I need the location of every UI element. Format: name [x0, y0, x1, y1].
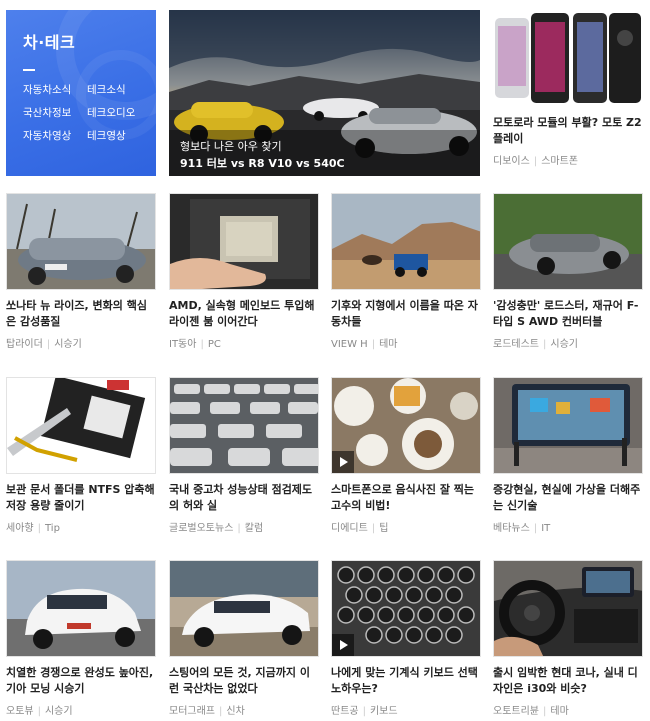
- article-thumbnail[interactable]: [169, 377, 319, 474]
- article-card[interactable]: 기후와 지형에서 이름을 따온 자동차들 VIEW H | 테마: [331, 193, 481, 350]
- article-thumbnail[interactable]: [169, 560, 319, 657]
- article-title[interactable]: '감성충만' 로드스터, 재규어 F-타입 S AWD 컨버터블: [493, 298, 643, 330]
- article-meta: 오토뷰 | 시승기: [6, 706, 73, 717]
- article-source[interactable]: 오토트리뷴: [493, 706, 539, 717]
- article-thumbnail[interactable]: [6, 377, 156, 474]
- article-meta: 글로벌오토뉴스 | 칼럼: [169, 523, 264, 534]
- feature-caption-line1[interactable]: 형보다 나은 아우 찾기: [180, 138, 282, 154]
- feature-article[interactable]: 형보다 나은 아우 찾기 911 터보 vs R8 V10 vs 540C: [169, 10, 480, 176]
- article-category[interactable]: 스마트폰: [541, 156, 578, 167]
- title-divider: [23, 69, 35, 71]
- article-thumbnail[interactable]: [331, 560, 481, 657]
- article-source[interactable]: 베타뉴스: [493, 523, 530, 534]
- category-links: 자동차소식 테크소식 국산차정보 테크오디오 자동차영상 테크영상: [23, 82, 156, 143]
- article-meta: 디에디트 | 팁: [331, 523, 389, 534]
- article-category[interactable]: 테마: [379, 339, 397, 350]
- article-thumbnail[interactable]: [493, 560, 643, 657]
- article-title[interactable]: 증강현실, 현실에 가상을 더해주는 신기술: [493, 482, 643, 514]
- article-category[interactable]: PC: [208, 339, 221, 350]
- article-meta: VIEW H | 테마: [331, 339, 398, 350]
- article-source[interactable]: VIEW H: [331, 339, 368, 350]
- article-title[interactable]: 스팅어의 모든 것, 지금까지 이런 국산차는 없었다: [169, 665, 319, 697]
- article-thumbnail[interactable]: [331, 193, 481, 290]
- article-category[interactable]: 테마: [550, 706, 568, 717]
- article-source[interactable]: 글로벌오토뉴스: [169, 523, 233, 534]
- article-meta: 베타뉴스 | IT: [493, 523, 551, 534]
- article-category[interactable]: 키보드: [370, 706, 398, 717]
- article-source[interactable]: IT동아: [169, 339, 196, 350]
- article-card[interactable]: 국내 중고차 성능상태 점검제도의 허와 실 글로벌오토뉴스 | 칼럼: [169, 377, 319, 534]
- article-thumbnail[interactable]: [6, 193, 156, 290]
- article-meta: 딴트공 | 키보드: [331, 706, 398, 717]
- article-thumbnail[interactable]: [169, 193, 319, 290]
- article-meta: 세아향 | Tip: [6, 523, 60, 534]
- article-card[interactable]: 증강현실, 현실에 가상을 더해주는 신기술 베타뉴스 | IT: [493, 377, 643, 534]
- article-category[interactable]: 시승기: [54, 339, 82, 350]
- article-thumbnail[interactable]: [493, 10, 643, 107]
- article-source[interactable]: 디보이스: [493, 156, 530, 167]
- article-thumbnail[interactable]: [6, 560, 156, 657]
- article-card[interactable]: 모토로라 모듈의 부활? 모토 Z2 플레이 디보이스 | 스마트폰: [493, 10, 643, 167]
- article-title[interactable]: 쏘나타 뉴 라이즈, 변화의 핵심은 감성품질: [6, 298, 156, 330]
- category-link-tech-video[interactable]: 테크영상: [87, 128, 156, 143]
- article-card[interactable]: 쏘나타 뉴 라이즈, 변화의 핵심은 감성품질 탑라이더 | 시승기: [6, 193, 156, 350]
- article-thumbnail[interactable]: [493, 377, 643, 474]
- article-card[interactable]: 스팅어의 모든 것, 지금까지 이런 국산차는 없었다 모터그래프 | 신차: [169, 560, 319, 717]
- article-source[interactable]: 모터그래프: [169, 706, 215, 717]
- category-link-domestic-car[interactable]: 국산차정보: [23, 105, 87, 120]
- category-link-tech-audio[interactable]: 테크오디오: [87, 105, 156, 120]
- article-title[interactable]: 출시 임박한 현대 코나, 실내 디자인은 i30와 비슷?: [493, 665, 643, 697]
- article-meta: 디보이스 | 스마트폰: [493, 156, 578, 167]
- article-title[interactable]: 모토로라 모듈의 부활? 모토 Z2 플레이: [493, 115, 643, 147]
- article-title[interactable]: 기후와 지형에서 이름을 따온 자동차들: [331, 298, 481, 330]
- article-source[interactable]: 오토뷰: [6, 706, 34, 717]
- article-thumbnail[interactable]: [331, 377, 481, 474]
- article-category[interactable]: 칼럼: [245, 523, 263, 534]
- video-play-icon[interactable]: [332, 451, 354, 473]
- article-source[interactable]: 디에디트: [331, 523, 368, 534]
- article-card[interactable]: AMD, 실속형 메인보드 투입해 라이젠 붐 이어간다 IT동아 | PC: [169, 193, 319, 350]
- article-card[interactable]: 보관 문서 폴더를 NTFS 압축해 저장 용량 줄이기 세아향 | Tip: [6, 377, 156, 534]
- article-meta: 탑라이더 | 시승기: [6, 339, 82, 350]
- article-meta: 오토트리뷴 | 테마: [493, 706, 569, 717]
- feature-caption-line2[interactable]: 911 터보 vs R8 V10 vs 540C: [180, 155, 345, 171]
- article-title[interactable]: 나에게 맞는 기계식 키보드 선택 노하우는?: [331, 665, 481, 697]
- article-category[interactable]: 시승기: [550, 339, 578, 350]
- article-title[interactable]: 국내 중고차 성능상태 점검제도의 허와 실: [169, 482, 319, 514]
- article-category[interactable]: IT: [541, 523, 550, 534]
- article-category[interactable]: 팁: [379, 523, 388, 534]
- article-title[interactable]: 보관 문서 폴더를 NTFS 압축해 저장 용량 줄이기: [6, 482, 156, 514]
- article-thumbnail[interactable]: [493, 193, 643, 290]
- category-link-car-video[interactable]: 자동차영상: [23, 128, 87, 143]
- article-title[interactable]: AMD, 실속형 메인보드 투입해 라이젠 붐 이어간다: [169, 298, 319, 330]
- article-source[interactable]: 딴트공: [331, 706, 359, 717]
- article-source[interactable]: 탑라이더: [6, 339, 43, 350]
- article-meta: 로드테스트 | 시승기: [493, 339, 578, 350]
- category-panel: 차·테크 자동차소식 테크소식 국산차정보 테크오디오 자동차영상 테크영상: [6, 10, 156, 176]
- article-category[interactable]: 시승기: [45, 706, 73, 717]
- article-title[interactable]: 치열한 경쟁으로 완성도 높아진, 기아 모닝 시승기: [6, 665, 156, 697]
- article-card[interactable]: 치열한 경쟁으로 완성도 높아진, 기아 모닝 시승기 오토뷰 | 시승기: [6, 560, 156, 717]
- article-meta: IT동아 | PC: [169, 339, 221, 350]
- video-play-icon[interactable]: [332, 634, 354, 656]
- category-link-car-news[interactable]: 자동차소식: [23, 82, 87, 97]
- article-title[interactable]: 스마트폰으로 음식사진 잘 찍는 고수의 비법!: [331, 482, 481, 514]
- article-source[interactable]: 로드테스트: [493, 339, 539, 350]
- article-card[interactable]: 출시 임박한 현대 코나, 실내 디자인은 i30와 비슷? 오토트리뷴 | 테마: [493, 560, 643, 717]
- article-card[interactable]: 나에게 맞는 기계식 키보드 선택 노하우는? 딴트공 | 키보드: [331, 560, 481, 717]
- category-title[interactable]: 차·테크: [23, 29, 75, 53]
- article-category[interactable]: Tip: [45, 523, 60, 534]
- article-card[interactable]: '감성충만' 로드스터, 재규어 F-타입 S AWD 컨버터블 로드테스트 | 시…: [493, 193, 643, 350]
- article-card[interactable]: 스마트폰으로 음식사진 잘 찍는 고수의 비법! 디에디트 | 팁: [331, 377, 481, 534]
- article-meta: 모터그래프 | 신차: [169, 706, 245, 717]
- category-link-tech-news[interactable]: 테크소식: [87, 82, 156, 97]
- article-source[interactable]: 세아향: [6, 523, 34, 534]
- article-category[interactable]: 신차: [226, 706, 244, 717]
